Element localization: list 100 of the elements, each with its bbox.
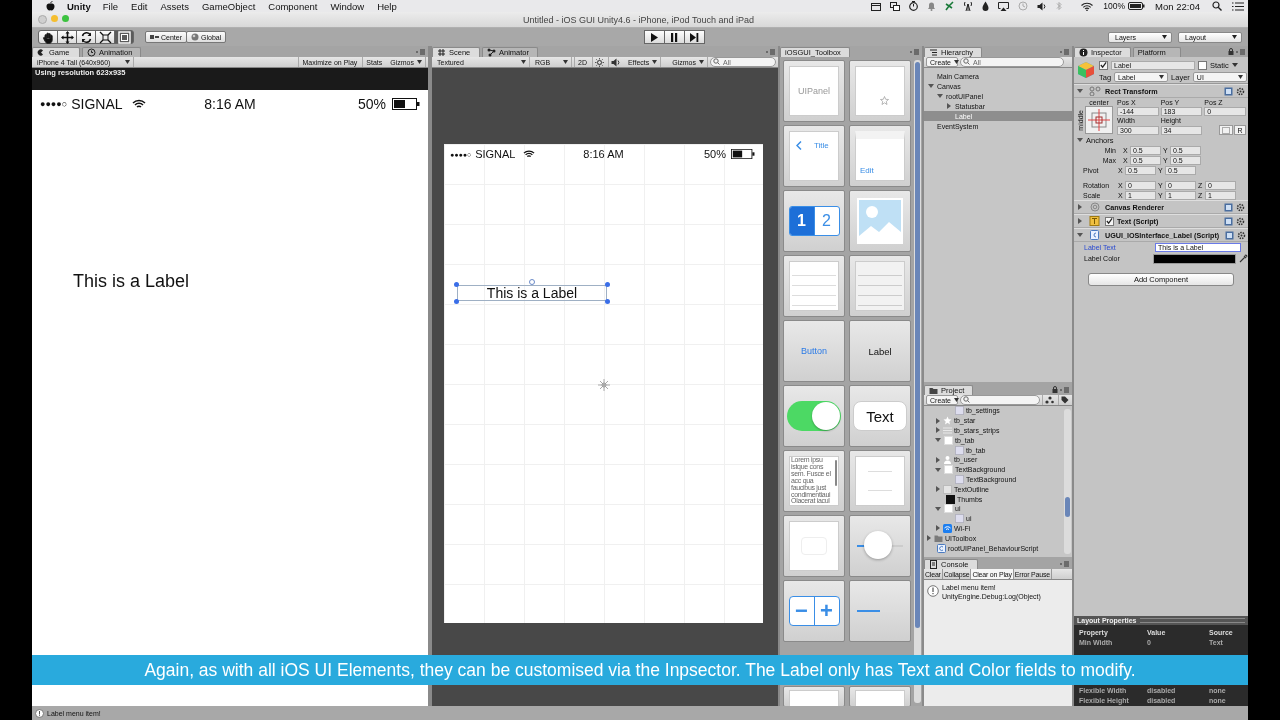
- toolbox-tile[interactable]: Text: [849, 385, 911, 447]
- window-icon: [871, 1, 882, 11]
- label-text: This is a Label: [73, 271, 191, 292]
- down-triangle-icon[interactable]: [1077, 138, 1083, 142]
- right-triangle-icon[interactable]: [1078, 218, 1082, 224]
- toolbox-tile[interactable]: [849, 450, 911, 512]
- tool-button[interactable]: [95, 30, 115, 44]
- cube-icon: [1077, 61, 1095, 79]
- label-text: This is a Label: [486, 287, 578, 299]
- selection-frame[interactable]: This is a Label: [457, 285, 607, 301]
- wifi-icon: [522, 149, 535, 159]
- menu-item[interactable]: Window: [330, 0, 365, 12]
- toolbox-tile[interactable]: [783, 686, 845, 706]
- frame-drawing: [789, 521, 839, 571]
- tool-button[interactable]: [38, 30, 58, 44]
- play-button[interactable]: [643, 30, 665, 44]
- toolbox-tile[interactable]: [783, 255, 845, 317]
- blueprint-button[interactable]: [1219, 125, 1233, 135]
- menu-item[interactable]: Component: [268, 0, 318, 12]
- audio-button[interactable]: [607, 57, 623, 67]
- toolbox-tile[interactable]: 1 2: [783, 190, 845, 252]
- enabled-checkbox[interactable]: [1105, 216, 1114, 226]
- resize-handle[interactable]: [605, 299, 610, 304]
- globe-icon: [191, 33, 199, 41]
- right-triangle-icon[interactable]: [936, 417, 940, 424]
- step-button[interactable]: [683, 30, 705, 44]
- toolbox-tile[interactable]: [783, 385, 845, 447]
- text-component-icon: [1089, 216, 1101, 226]
- right-triangle-icon[interactable]: [936, 427, 940, 434]
- down-triangle-icon[interactable]: [937, 94, 943, 98]
- bell-icon: [927, 1, 937, 11]
- toolbox-tile[interactable]: [849, 190, 911, 252]
- back-chevron-icon: [796, 141, 802, 150]
- toolbox-tile[interactable]: [783, 515, 845, 577]
- menu-item[interactable]: Assets: [160, 0, 189, 12]
- menu-item[interactable]: Help: [377, 0, 397, 12]
- active-checkbox[interactable]: [1099, 60, 1108, 70]
- toolbox-tile[interactable]: Edit: [849, 125, 911, 187]
- caret-icon: [563, 60, 568, 64]
- drop-icon: [982, 1, 990, 11]
- resize-handle[interactable]: [605, 282, 610, 287]
- carrier-name: SIGNAL: [475, 148, 516, 160]
- tool-button[interactable]: [114, 30, 134, 44]
- toolbox-tile[interactable]: [849, 515, 911, 577]
- user-icon: [943, 455, 952, 465]
- settings-icon: [1236, 86, 1245, 96]
- label-filter-button[interactable]: [1058, 395, 1071, 405]
- segment: 1: [789, 207, 814, 235]
- lighting-button[interactable]: [591, 57, 606, 67]
- scrollbar[interactable]: [1064, 409, 1071, 554]
- star-icon: [879, 96, 889, 105]
- down-triangle-icon[interactable]: [928, 84, 934, 88]
- strips-icon: [943, 426, 952, 435]
- step-icon: [689, 31, 700, 43]
- resize-handle[interactable]: [454, 282, 459, 287]
- right-triangle-icon[interactable]: [927, 535, 931, 542]
- down-triangle-icon[interactable]: [1077, 89, 1083, 93]
- toolbox-tile[interactable]: − +: [783, 580, 845, 642]
- toolbox-tile[interactable]: [849, 686, 911, 706]
- dotted-rect-icon: [1222, 126, 1230, 134]
- down-triangle-icon[interactable]: [1077, 233, 1083, 237]
- filter-icon: [1045, 396, 1054, 404]
- blank-preview: [789, 690, 839, 706]
- panel-menu-icon: [1060, 49, 1069, 55]
- static-checkbox[interactable]: [1198, 60, 1207, 70]
- toolbox-tile[interactable]: Label: [849, 320, 911, 382]
- play-icon: [649, 31, 660, 43]
- right-triangle-icon[interactable]: [936, 456, 940, 463]
- battery-percentage: 50%: [357, 96, 386, 112]
- battery-icon: [731, 148, 755, 160]
- filter-button[interactable]: [1042, 395, 1056, 405]
- window-title: Untitled - iOS GUI Unity4.6 - iPhone, iPod Touch and iPad: [522, 14, 755, 25]
- toolbox-tile[interactable]: [849, 580, 911, 642]
- menu-item[interactable]: GameObject: [201, 0, 256, 12]
- slider-thumb[interactable]: [863, 531, 892, 559]
- caret-icon: [1237, 75, 1243, 79]
- resize-handle[interactable]: [454, 299, 459, 304]
- menu-item[interactable]: Edit: [131, 0, 148, 12]
- anchor-presets-button[interactable]: [1085, 106, 1113, 134]
- scroll-indicator: [835, 460, 837, 486]
- panel-menu-icon: [1060, 387, 1069, 393]
- console-icon: [929, 560, 938, 569]
- right-triangle-icon[interactable]: [1078, 204, 1082, 210]
- battery-icon: [1128, 2, 1146, 10]
- caret-icon: [954, 60, 959, 64]
- thumbnail-icon: [946, 494, 955, 504]
- tool-button[interactable]: [76, 30, 96, 44]
- folder-icon: [934, 533, 943, 543]
- pause-button[interactable]: [663, 30, 685, 44]
- pivot-center-icon: [150, 34, 159, 40]
- toolbox-tile[interactable]: [849, 255, 911, 317]
- toolbox-tile[interactable]: Title: [783, 125, 845, 187]
- clock-icon: [87, 48, 96, 57]
- color-swatch[interactable]: [1153, 253, 1236, 264]
- search-field[interactable]: [960, 395, 1040, 405]
- caret-icon: [1159, 75, 1165, 79]
- app-menu[interactable]: Unity: [67, 0, 91, 12]
- tool-button[interactable]: [57, 30, 77, 44]
- menu-item[interactable]: File: [102, 0, 119, 12]
- toolbox-tile[interactable]: [849, 60, 911, 122]
